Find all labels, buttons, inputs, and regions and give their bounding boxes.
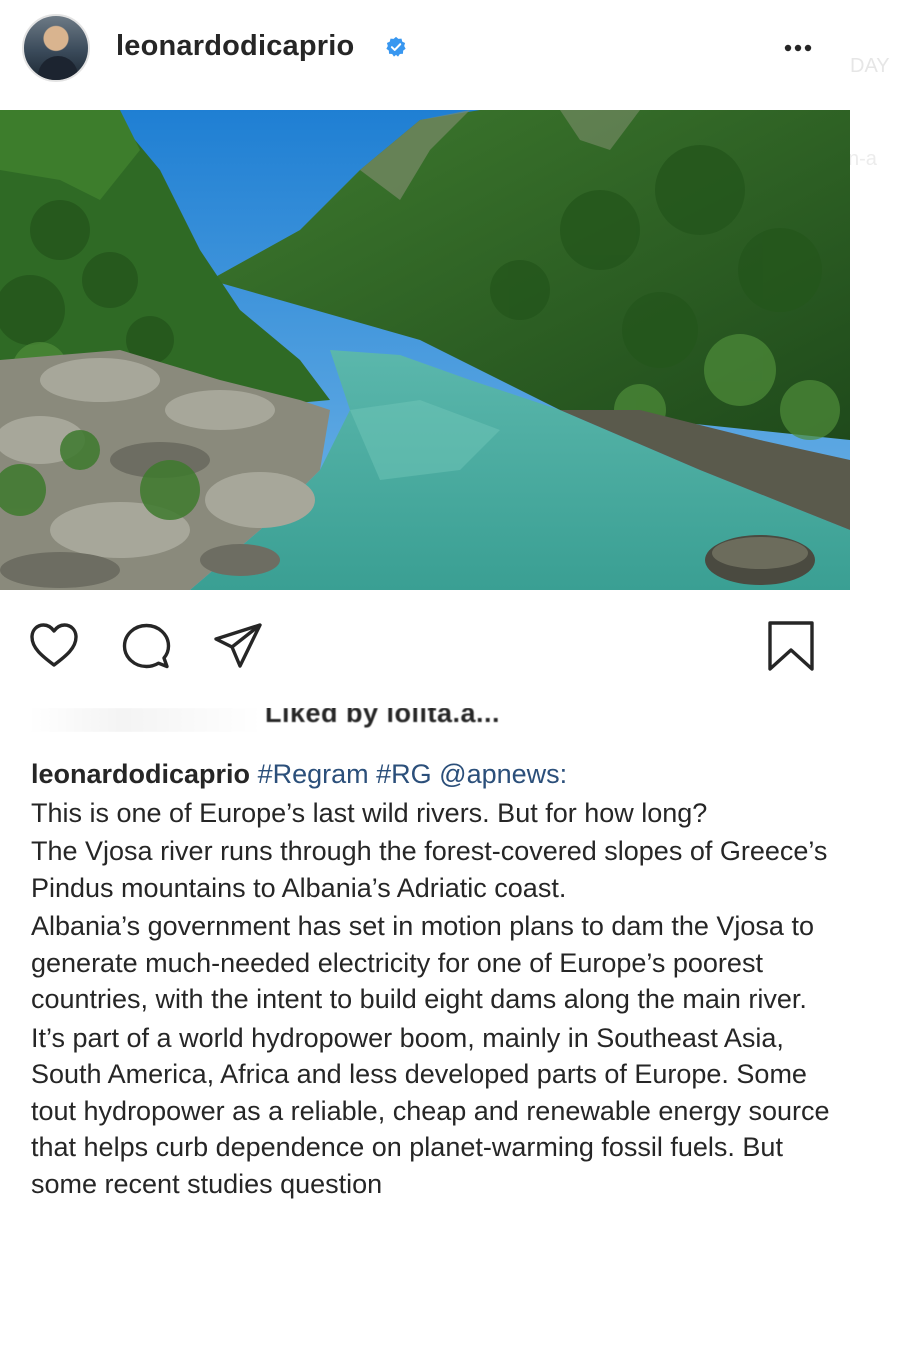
background-hint-day: DAY	[850, 55, 890, 77]
likes-text: Liked by lolita.a...	[265, 698, 501, 728]
redacted-smudge	[30, 708, 260, 732]
hashtag-rg[interactable]: #RG	[376, 759, 432, 789]
background-hint-na: n-a	[848, 148, 877, 170]
caption-paragraph: It’s part of a world hydropower boom, ma…	[31, 1022, 830, 1199]
caption-first-line: leonardodicaprio #Regram #RG @apnews:	[31, 756, 831, 793]
river-valley-image	[0, 110, 850, 590]
post-caption: leonardodicaprio #Regram #RG @apnews: Th…	[31, 756, 831, 1204]
more-options-icon[interactable]	[778, 28, 818, 68]
likes-summary[interactable]: Liked by lolita.a...	[30, 698, 590, 732]
comment-icon[interactable]	[120, 620, 172, 672]
post-username[interactable]: leonardodicaprio	[116, 30, 354, 63]
caption-paragraph: The Vjosa river runs through the forest-…	[31, 836, 828, 903]
verified-badge-icon	[386, 36, 406, 57]
post-header: leonardodicaprio	[0, 0, 850, 100]
caption-username[interactable]: leonardodicaprio	[31, 759, 250, 789]
caption-paragraph: This is one of Europe’s last wild rivers…	[31, 797, 708, 828]
instagram-post: leonardodicaprio DAY n-a Liked by lolita…	[0, 0, 900, 1356]
profile-avatar[interactable]	[22, 14, 90, 82]
post-actions	[0, 610, 850, 680]
post-photo[interactable]	[0, 110, 850, 590]
heart-icon[interactable]	[28, 620, 80, 672]
caption-paragraph: Albania’s government has set in motion p…	[31, 911, 814, 1014]
mention-apnews[interactable]: @apnews:	[439, 759, 567, 789]
share-icon[interactable]	[212, 620, 264, 672]
hashtag-regram[interactable]: #Regram	[258, 759, 369, 789]
bookmark-icon[interactable]	[765, 620, 817, 672]
